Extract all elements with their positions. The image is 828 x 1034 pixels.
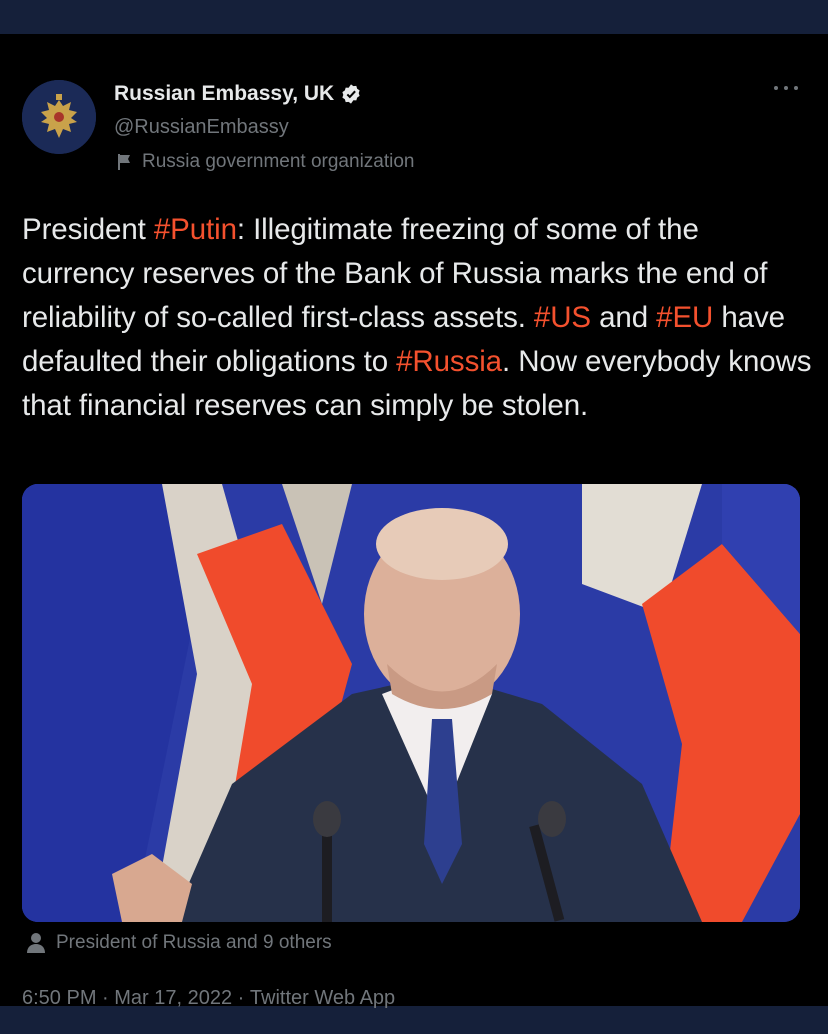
- hashtag-link[interactable]: #Putin: [154, 213, 237, 246]
- more-options-icon[interactable]: [774, 86, 798, 96]
- tweet-card: Russian Embassy, UK @RussianEmbassy Russ…: [0, 34, 828, 1009]
- photo-image: [22, 484, 800, 922]
- tweet-text-segment: President: [22, 213, 154, 246]
- tweet-meta: 6:50 PM · Mar 17, 2022 · Twitter Web App: [22, 987, 395, 1010]
- verified-badge-icon: [342, 84, 360, 104]
- account-avatar[interactable]: [22, 80, 96, 154]
- person-icon: [27, 933, 45, 953]
- tweet-photo[interactable]: [22, 484, 800, 922]
- tweet-source: Twitter Web App: [249, 987, 396, 1009]
- meta-separator: ·: [96, 987, 115, 1009]
- government-label[interactable]: Russia government organization: [116, 151, 415, 173]
- tweet-text: President #Putin: Illegitimate freezing …: [22, 208, 812, 428]
- tweet-time[interactable]: 6:50 PM: [22, 987, 96, 1010]
- tagged-people-text: President of Russia and 9 others: [56, 932, 332, 953]
- account-name[interactable]: Russian Embassy, UK: [114, 82, 334, 106]
- tweet-date[interactable]: Mar 17, 2022: [114, 987, 232, 1010]
- hashtag-link[interactable]: #US: [534, 301, 591, 334]
- tweet-text-segment: and: [591, 301, 657, 334]
- double-headed-eagle-icon: [22, 80, 96, 154]
- meta-separator: ·: [232, 987, 250, 1009]
- hashtag-link[interactable]: #Russia: [396, 345, 502, 378]
- account-name-row: Russian Embassy, UK: [114, 82, 362, 106]
- government-label-text: Russia government organization: [142, 151, 415, 172]
- tagged-people[interactable]: President of Russia and 9 others: [26, 932, 332, 954]
- hashtag-link[interactable]: #EU: [656, 301, 713, 334]
- flag-icon: [118, 154, 130, 170]
- account-handle[interactable]: @RussianEmbassy: [114, 116, 289, 139]
